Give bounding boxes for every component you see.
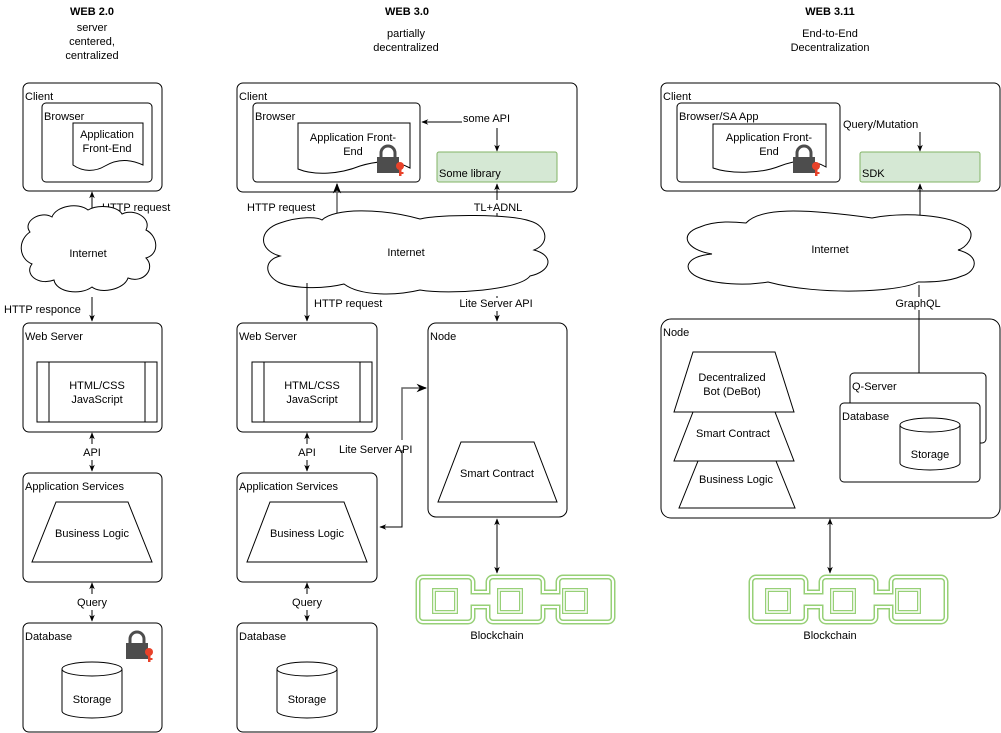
web311-node-label: Node bbox=[663, 327, 689, 339]
web20-storage-label: Storage bbox=[73, 694, 112, 706]
web30-blockchain-icon bbox=[418, 577, 613, 622]
web30-frontend-line1: Application Front- bbox=[310, 132, 397, 144]
web30-storage-cylinder bbox=[276, 661, 338, 719]
web20-storage-cylinder bbox=[61, 661, 123, 719]
web20-frontend-line2: Front-End bbox=[83, 143, 132, 155]
web30-lite-server-mid-arrow-up bbox=[401, 383, 428, 440]
web30-column: WEB 3.0 partially decentralized Client B… bbox=[236, 6, 613, 733]
web311-browser-label: Browser/SA App bbox=[679, 111, 759, 123]
web30-lite-server-mid-label: Lite Server API bbox=[339, 444, 412, 456]
web30-frontend-line2: End bbox=[343, 146, 363, 158]
web20-database-label: Database bbox=[25, 631, 72, 643]
web30-some-library-label: Some library bbox=[439, 168, 501, 180]
web30-business-logic-label: Business Logic bbox=[270, 528, 344, 540]
web30-smart-contract-label: Smart Contract bbox=[460, 468, 534, 480]
web20-web-server-label: Web Server bbox=[25, 331, 83, 343]
web30-tl-adnl-label: TL+ADNL bbox=[474, 202, 523, 214]
web311-client-label: Client bbox=[663, 91, 691, 103]
web30-web-code-line2: JavaScript bbox=[286, 394, 337, 406]
web20-web-code-line2: JavaScript bbox=[71, 394, 122, 406]
web20-subtitle-1: server bbox=[77, 22, 108, 34]
web30-internet-label: Internet bbox=[387, 247, 424, 259]
web311-storage-label: Storage bbox=[911, 449, 950, 461]
web311-q-server-label: Q-Server bbox=[852, 381, 897, 393]
web311-business-logic-label: Business Logic bbox=[699, 474, 773, 486]
web311-subtitle-1: End-to-End bbox=[802, 28, 858, 40]
web30-lite-server-mid-arrow-down bbox=[379, 450, 403, 530]
web311-title: WEB 3.11 bbox=[805, 6, 855, 18]
web20-business-logic-label: Business Logic bbox=[55, 528, 129, 540]
web20-subtitle-2: centered, bbox=[69, 36, 115, 48]
web30-app-services-label: Application Services bbox=[239, 481, 339, 493]
web30-http-request-down-label: HTTP request bbox=[314, 298, 382, 310]
web311-subtitle-2: Decentralization bbox=[791, 42, 870, 54]
web20-api-label: API bbox=[83, 447, 101, 459]
web311-storage-cylinder bbox=[899, 417, 961, 471]
web20-query-label: Query bbox=[77, 597, 107, 609]
web311-smart-contract-label: Smart Contract bbox=[696, 428, 770, 440]
web311-blockchain-icon bbox=[751, 577, 946, 622]
web30-browser-label: Browser bbox=[255, 111, 296, 123]
web30-lite-server-top-label: Lite Server API bbox=[459, 298, 532, 310]
web20-client-label: Client bbox=[25, 91, 53, 103]
web30-some-api-label: some API bbox=[463, 113, 510, 125]
web20-title: WEB 2.0 bbox=[70, 6, 114, 18]
web311-sdk-label: SDK bbox=[862, 168, 885, 180]
web30-http-request-up-label: HTTP request bbox=[247, 202, 315, 214]
web20-column: WEB 2.0 server centered, centralized Cli… bbox=[4, 6, 170, 733]
web311-column: WEB 3.11 End-to-End Decentralization Cli… bbox=[660, 6, 1001, 642]
web30-database-label: Database bbox=[239, 631, 286, 643]
web30-node-label: Node bbox=[430, 331, 456, 343]
web30-blockchain-label: Blockchain bbox=[470, 630, 523, 642]
web311-database-label: Database bbox=[842, 411, 889, 423]
web20-app-services-label: Application Services bbox=[25, 481, 125, 493]
web30-web-server-label: Web Server bbox=[239, 331, 297, 343]
web20-frontend-line1: Application bbox=[80, 129, 134, 141]
web311-frontend-line2: End bbox=[759, 146, 779, 158]
web30-web-code-line1: HTML/CSS bbox=[284, 380, 340, 392]
web30-storage-label: Storage bbox=[288, 694, 327, 706]
web20-browser-label: Browser bbox=[44, 111, 85, 123]
web30-client-label: Client bbox=[239, 91, 267, 103]
web311-internet-label: Internet bbox=[811, 244, 848, 256]
architecture-diagram: WEB 2.0 server centered, centralized Cli… bbox=[4, 6, 1001, 733]
web30-subtitle-1: partially bbox=[387, 28, 425, 40]
web30-api-label: API bbox=[298, 447, 316, 459]
web311-frontend-line1: Application Front- bbox=[726, 132, 813, 144]
web30-title: WEB 3.0 bbox=[385, 6, 429, 18]
web20-web-code-process bbox=[36, 361, 158, 423]
web311-blockchain-label: Blockchain bbox=[803, 630, 856, 642]
web311-query-mutation-label: Query/Mutation bbox=[843, 119, 918, 131]
web30-query-label: Query bbox=[292, 597, 322, 609]
web20-web-code-line1: HTML/CSS bbox=[69, 380, 125, 392]
web311-graphql-label: GraphQL bbox=[895, 298, 940, 310]
web20-internet-label: Internet bbox=[69, 248, 106, 260]
web311-debot-line2: Bot (DeBot) bbox=[703, 386, 760, 398]
web30-subtitle-2: decentralized bbox=[373, 42, 438, 54]
web20-http-response-label: HTTP responce bbox=[4, 304, 81, 316]
web20-subtitle-3: centralized bbox=[65, 50, 118, 62]
web30-web-code-process bbox=[251, 361, 373, 423]
web311-debot-line1: Decentralized bbox=[698, 372, 765, 384]
